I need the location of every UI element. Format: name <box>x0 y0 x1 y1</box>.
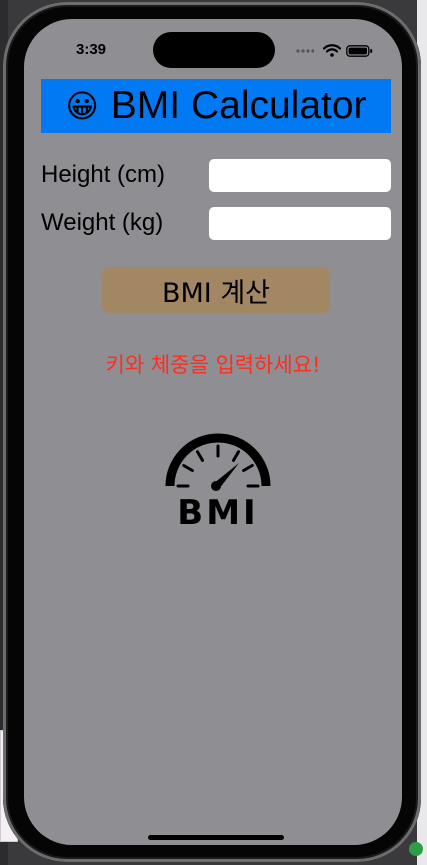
app-title-banner: 😀 BMI Calculator <box>41 79 391 133</box>
status-icons <box>296 44 376 57</box>
weight-input[interactable] <box>209 207 391 240</box>
desktop-status-badge <box>409 842 423 856</box>
grinning-face-icon: 😀 <box>65 88 99 124</box>
cellular-signal-icon <box>296 49 314 53</box>
app-title: BMI Calculator <box>110 84 367 127</box>
phone-frame: 3:39 😀 BMI Calculator Height (cm) Weight… <box>3 2 421 862</box>
speedometer-icon: BMI <box>165 433 271 526</box>
result-message: 키와 체중을 입력하세요! <box>105 353 321 377</box>
home-indicator[interactable] <box>148 835 284 840</box>
height-input[interactable] <box>209 159 391 192</box>
app-screen: 3:39 😀 BMI Calculator Height (cm) Weight… <box>24 19 402 845</box>
status-time: 3:39 <box>76 41 107 58</box>
weight-label: Weight (kg) <box>41 209 164 236</box>
wifi-icon <box>323 44 341 57</box>
status-bar: 3:39 <box>24 19 402 73</box>
battery-icon <box>346 45 373 57</box>
height-label: Height (cm) <box>41 161 166 188</box>
dynamic-island <box>153 32 275 68</box>
bmi-logo-text: BMI <box>177 493 258 526</box>
calculate-bmi-button[interactable]: BMI 계산 <box>102 267 330 313</box>
